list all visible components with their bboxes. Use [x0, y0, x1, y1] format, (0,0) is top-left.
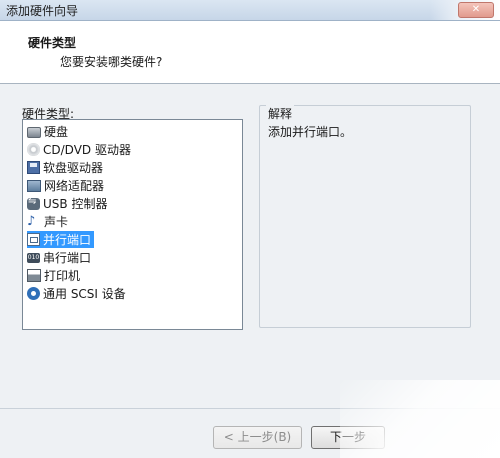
list-item-floppy[interactable]: 软盘驱动器	[27, 159, 106, 176]
list-item-label: 网络适配器	[44, 179, 105, 193]
title-bar: 添加硬件向导 ✕	[0, 0, 500, 21]
network-adapter-icon	[27, 179, 41, 192]
list-item-cd-dvd[interactable]: CD/DVD 驱动器	[27, 141, 134, 158]
list-item-parallel-port[interactable]: 并行端口	[27, 231, 95, 248]
list-item-usb[interactable]: USB 控制器	[27, 195, 110, 212]
list-item-label: 硬盘	[44, 125, 69, 139]
hard-disk-icon	[27, 127, 41, 138]
list-item-sound[interactable]: ♪ 声卡	[27, 213, 71, 230]
list-item-label: 声卡	[44, 215, 69, 229]
explanation-title: 解释	[266, 105, 295, 122]
parallel-port-icon	[27, 233, 40, 246]
wizard-header: 硬件类型 您要安装哪类硬件?	[0, 21, 500, 84]
list-item-label: 打印机	[44, 269, 81, 283]
list-item-scsi[interactable]: 通用 SCSI 设备	[27, 285, 129, 302]
window-title: 添加硬件向导	[6, 4, 79, 18]
list-item-printer[interactable]: 打印机	[27, 267, 83, 284]
sound-icon: ♪	[27, 214, 36, 229]
printer-icon	[27, 269, 41, 282]
list-item-label: 并行端口	[43, 233, 92, 247]
list-item-label: CD/DVD 驱动器	[43, 143, 131, 157]
close-button[interactable]: ✕	[458, 2, 494, 18]
list-item-label: 串行端口	[43, 251, 92, 265]
serial-port-icon: 010	[27, 252, 40, 263]
list-item-hard-disk[interactable]: 硬盘	[27, 123, 71, 140]
usb-icon	[27, 196, 40, 210]
cd-dvd-icon	[27, 143, 40, 156]
list-item-serial-port[interactable]: 010 串行端口	[27, 249, 94, 266]
floppy-icon	[27, 161, 40, 174]
list-item-label: 通用 SCSI 设备	[43, 287, 126, 301]
list-item-label: 软盘驱动器	[43, 161, 104, 175]
watermark-overlay	[340, 380, 500, 458]
list-item-network-adapter[interactable]: 网络适配器	[27, 177, 107, 194]
explanation-text: 添加并行端口。	[268, 125, 353, 139]
back-button[interactable]: < 上一步(B)	[213, 426, 302, 449]
scsi-icon	[27, 287, 40, 300]
page-title: 硬件类型	[28, 36, 77, 50]
page-subtitle: 您要安装哪类硬件?	[60, 55, 163, 69]
list-item-label: USB 控制器	[43, 197, 108, 211]
hardware-type-list[interactable]: 硬盘 CD/DVD 驱动器 软盘驱动器 网络适配器 USB 控制器 ♪ 声卡 并…	[22, 119, 243, 330]
explanation-group: 解释 添加并行端口。	[259, 105, 471, 328]
